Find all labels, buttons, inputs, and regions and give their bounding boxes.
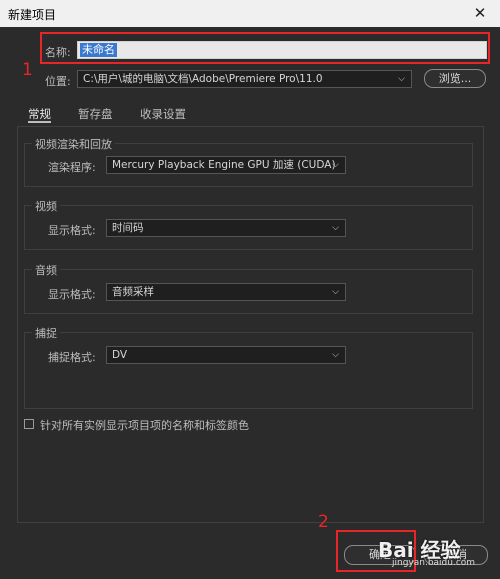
audio-display-format-label: 显示格式: (48, 288, 96, 301)
annotation-box-1 (40, 32, 490, 64)
location-label: 位置: (45, 75, 71, 88)
location-value: C:\用户\城的电脑\文档\Adobe\Premiere Pro\11.0 (83, 73, 323, 85)
show-name-label-color-checkbox[interactable] (24, 419, 34, 429)
window-title: 新建项目 (8, 8, 57, 22)
window-titlebar: 新建项目 ✕ (0, 0, 500, 27)
annotation-number-2: 2 (318, 512, 329, 532)
location-dropdown[interactable]: C:\用户\城的电脑\文档\Adobe\Premiere Pro\11.0 ⌵ (77, 70, 412, 88)
tab-ingest-settings[interactable]: 收录设置 (140, 106, 186, 122)
chevron-down-icon: ⌵ (332, 160, 339, 170)
tab-general[interactable]: 常规 (28, 106, 51, 122)
group-title-video-render: 视频渲染和回放 (32, 136, 115, 152)
tab-scratch-disks[interactable]: 暂存盘 (78, 106, 113, 122)
renderer-value: Mercury Playback Engine GPU 加速 (CUDA) (112, 159, 336, 171)
close-icon[interactable]: ✕ (460, 0, 500, 27)
capture-format-label: 捕捉格式: (48, 351, 96, 364)
annotation-number-1: 1 (22, 60, 33, 80)
group-capture (24, 332, 473, 409)
video-display-format-dropdown[interactable]: 时间码 ⌵ (106, 219, 346, 237)
renderer-dropdown[interactable]: Mercury Playback Engine GPU 加速 (CUDA) ⌵ (106, 156, 346, 174)
chevron-down-icon: ⌵ (332, 350, 339, 360)
show-name-label-color-label: 针对所有实例显示项目项的名称和标签颜色 (40, 419, 249, 432)
group-title-audio: 音频 (32, 262, 60, 278)
chevron-down-icon: ⌵ (332, 223, 339, 233)
active-tab-indicator (28, 121, 51, 123)
capture-format-dropdown[interactable]: DV ⌵ (106, 346, 346, 364)
chevron-down-icon: ⌵ (332, 287, 339, 297)
video-display-format-value: 时间码 (112, 222, 144, 234)
watermark-url: jingyan.baidu.com (392, 558, 476, 568)
chevron-down-icon: ⌵ (398, 74, 405, 84)
browse-button[interactable]: 浏览... (424, 69, 486, 88)
group-title-video: 视频 (32, 198, 60, 214)
audio-display-format-dropdown[interactable]: 音频采样 ⌵ (106, 283, 346, 301)
video-display-format-label: 显示格式: (48, 224, 96, 237)
capture-format-value: DV (112, 349, 128, 361)
renderer-label: 渲染程序: (48, 161, 96, 174)
audio-display-format-value: 音频采样 (112, 286, 154, 298)
group-title-capture: 捕捉 (32, 325, 60, 341)
